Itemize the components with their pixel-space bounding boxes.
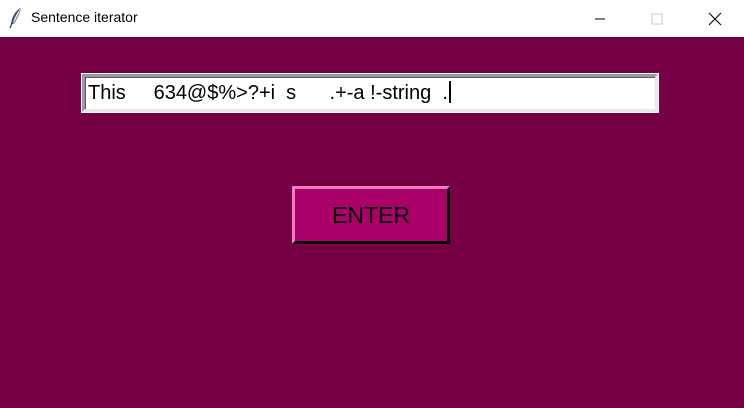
- main-panel: This 634@$%>?+i s .+-a !-string . ENTER: [0, 37, 744, 408]
- minimize-button[interactable]: [577, 0, 623, 37]
- maximize-icon: [651, 13, 663, 24]
- text-cursor: [448, 81, 451, 103]
- window-title: Sentence iterator: [31, 9, 138, 25]
- enter-button[interactable]: ENTER: [292, 186, 450, 244]
- close-icon: [708, 12, 722, 25]
- sentence-input-value: This 634@$%>?+i s .+-a !-string .: [88, 82, 448, 104]
- sentence-input[interactable]: This 634@$%>?+i s .+-a !-string .: [82, 74, 658, 112]
- minimize-icon: [595, 18, 605, 19]
- maximize-button[interactable]: [634, 0, 680, 37]
- close-button[interactable]: [692, 0, 738, 37]
- feather-icon: [9, 8, 21, 29]
- title-bar[interactable]: Sentence iterator: [0, 0, 744, 37]
- sentence-input-text[interactable]: This 634@$%>?+i s .+-a !-string .: [88, 79, 650, 107]
- app-window: Sentence iterator This 634@$%>?+i s .+-a…: [0, 0, 744, 408]
